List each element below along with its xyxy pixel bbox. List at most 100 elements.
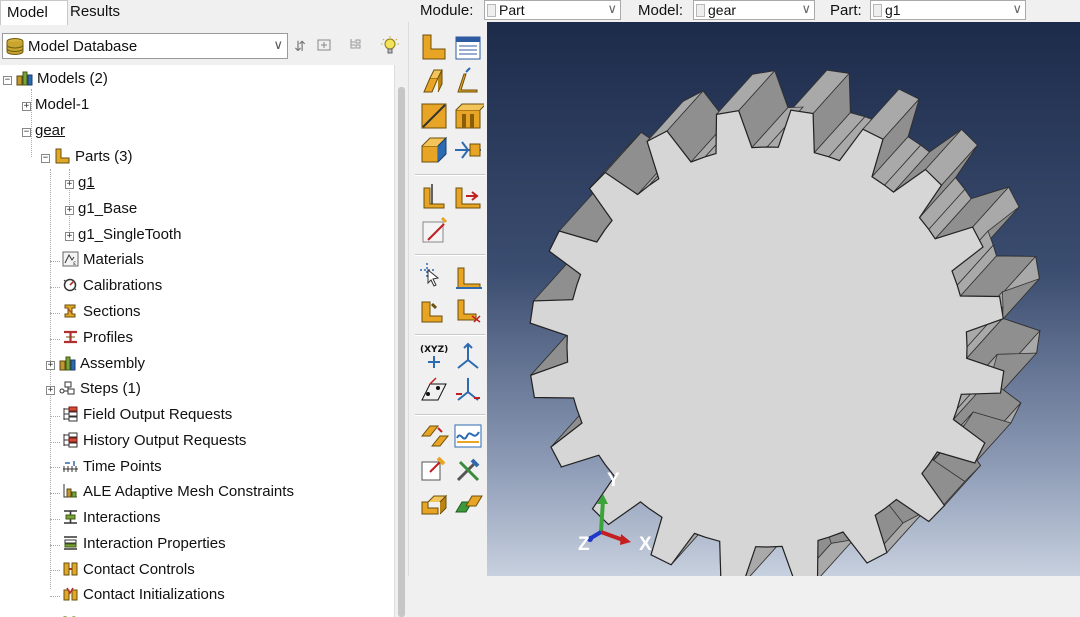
tree-item-sections[interactable]: Sections [62, 300, 141, 324]
tree-item-parts[interactable]: − Parts (3) [41, 145, 133, 169]
create-datum-plane-icon[interactable] [418, 374, 450, 406]
interaction-properties-icon [62, 535, 79, 551]
tree-item-contact-controls[interactable]: Contact Controls [62, 558, 195, 582]
create-part-icon[interactable] [418, 32, 450, 64]
create-round-icon[interactable] [418, 134, 450, 166]
assign-icon[interactable] [452, 260, 484, 292]
collapse-icon[interactable]: − [22, 128, 31, 137]
create-cut-icon[interactable] [452, 100, 488, 132]
tree-item-materials[interactable]: ε Materials [62, 248, 144, 272]
tree-scrollbar[interactable] [394, 65, 409, 617]
create-solid-extrude-icon[interactable] [418, 66, 450, 98]
scrollbar-thumb[interactable] [398, 87, 405, 617]
expand-icon[interactable]: + [65, 180, 74, 189]
tree-item-interactions[interactable]: Interactions [62, 506, 161, 530]
triad-x-label: X [639, 534, 652, 555]
section-sketch-icon[interactable] [452, 294, 484, 326]
part-value: g1 [885, 2, 901, 18]
tree-item-models[interactable]: − Models (2) [3, 67, 108, 91]
tree-item-calibrations[interactable]: Calibrations [62, 274, 162, 298]
expand-icon[interactable]: + [22, 102, 31, 111]
tree-label: Time Points [83, 458, 162, 475]
expand-icon[interactable]: + [65, 232, 74, 241]
time-points-icon [62, 458, 79, 474]
create-datum-icon[interactable] [452, 134, 484, 166]
tree-item-gear[interactable]: − gear [22, 119, 65, 143]
partition-cell-icon[interactable] [452, 180, 484, 212]
profiles-icon [62, 329, 79, 345]
tree-label: g1 [78, 174, 95, 191]
context-bar: Module: Part ∨ Model: gear ∨ Part: g1 ∨ [408, 0, 1080, 22]
repair-icon[interactable] [418, 294, 450, 326]
create-datum-point-icon[interactable]: (XYZ) [418, 340, 450, 372]
materials-icon: ε [62, 251, 79, 267]
virtual-topology-icon[interactable] [418, 214, 450, 246]
sort-icon[interactable]: ⇵ [290, 36, 310, 56]
field-output-icon [62, 406, 79, 422]
expand-icon[interactable]: + [65, 206, 74, 215]
tree-label: Model-1 [35, 96, 90, 113]
lightbulb-icon[interactable] [380, 36, 400, 56]
tree-item-profiles[interactable]: Profiles [62, 326, 133, 350]
assembly-icon [59, 355, 76, 371]
tree-item-interaction-properties[interactable]: Interaction Properties [62, 532, 226, 556]
tree-item-field-output-requests[interactable]: Field Output Requests [62, 403, 232, 427]
tree-item-time-points[interactable]: Time Points [62, 455, 162, 479]
tree-label: Calibrations [83, 277, 163, 294]
tree-item-g1-singletooth[interactable]: + g1_SingleTooth [65, 223, 181, 247]
tab-model[interactable]: Model [0, 0, 68, 25]
graphics-viewport[interactable]: Y X Z [487, 22, 1080, 576]
replace-part-icon[interactable] [418, 488, 450, 520]
ale-constraints-icon [62, 483, 79, 499]
feature-manager-icon[interactable] [452, 420, 484, 452]
geometry-edit-icon[interactable] [418, 420, 450, 452]
prompt-area [408, 576, 1080, 617]
create-datum-axis-icon[interactable] [452, 340, 484, 372]
expand-tree-icon[interactable] [314, 36, 334, 56]
tree-item-model-1[interactable]: + Model-1 [22, 93, 89, 117]
tree-label: Field Output Requests [83, 406, 233, 423]
create-wire-icon[interactable] [418, 100, 450, 132]
expand-icon[interactable]: + [46, 386, 55, 395]
tree-label: Parts (3) [75, 148, 133, 165]
module-select[interactable]: Part ∨ [484, 0, 621, 20]
collapse-icon[interactable]: − [41, 154, 50, 163]
models-icon [16, 70, 33, 86]
filter-tree-icon[interactable] [346, 36, 366, 56]
datum-csys-icon[interactable] [452, 374, 484, 406]
chevron-down-icon: ∨ [607, 1, 617, 16]
tree-label: Materials [83, 251, 144, 268]
interactions-icon [62, 509, 79, 525]
contact-controls-icon [62, 561, 79, 577]
tree-item-g1-base[interactable]: + g1_Base [65, 197, 137, 221]
tree-item-cut-off [62, 609, 83, 617]
tab-results[interactable]: Results [64, 0, 136, 24]
tree-item-contact-initializations[interactable]: Contact Initializations [62, 583, 225, 607]
contact-initializations-icon [62, 586, 79, 602]
create-shell-icon[interactable] [452, 66, 484, 98]
copy-part-icon[interactable] [452, 488, 484, 520]
tree-item-g1[interactable]: + g1 [65, 171, 95, 195]
expand-icon[interactable]: + [46, 361, 55, 370]
part-select[interactable]: g1 ∨ [870, 0, 1026, 20]
module-value: Part [499, 2, 525, 18]
query-icon[interactable] [418, 260, 450, 292]
partition-face-icon[interactable] [418, 180, 450, 212]
part-toolbox: (XYZ) [408, 22, 489, 617]
tree-item-history-output-requests[interactable]: History Output Requests [62, 429, 246, 453]
tools-icon[interactable] [452, 454, 484, 486]
tree-item-steps[interactable]: + Steps (1) [46, 377, 141, 401]
model-tree: − Models (2) + Model-1 − gear − Parts (3) + g… [0, 65, 394, 617]
collapse-icon[interactable]: − [3, 76, 12, 85]
model-value: gear [708, 2, 737, 18]
tree-label: Models (2) [37, 70, 108, 87]
part-manager-icon[interactable] [452, 32, 484, 64]
tree-item-ale-constraints[interactable]: ALE Adaptive Mesh Constraints [62, 480, 294, 504]
model-select[interactable]: gear ∨ [693, 0, 815, 20]
chevron-down-icon: ∨ [801, 1, 811, 16]
tree-item-assembly[interactable]: + Assembly [46, 352, 145, 376]
tree-label: Interaction Properties [83, 535, 226, 552]
model-database-select[interactable]: Model Database ∨ [2, 33, 288, 59]
set-manager-icon[interactable] [418, 454, 450, 486]
calibrations-icon [62, 277, 79, 293]
